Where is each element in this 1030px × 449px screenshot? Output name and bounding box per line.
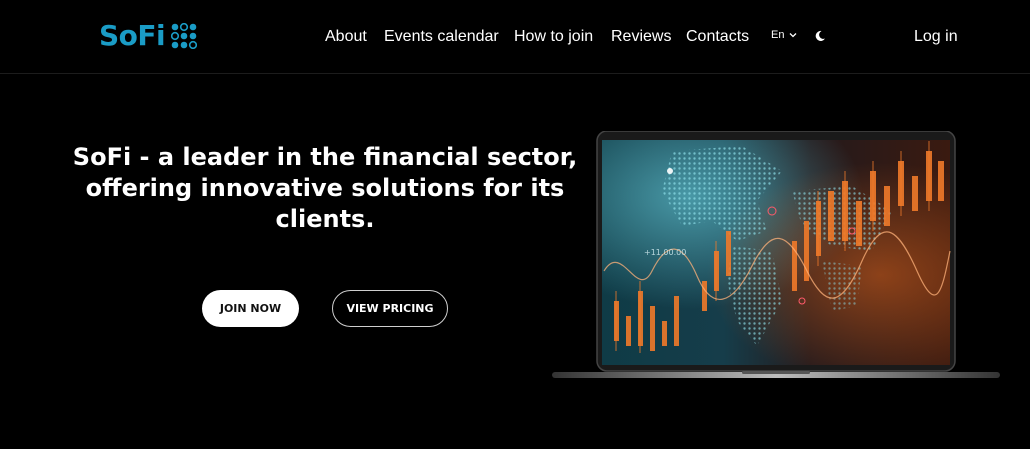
language-label: En (771, 29, 785, 41)
nav-how-to-join[interactable]: How to join (514, 27, 593, 47)
nav-reviews[interactable]: Reviews (611, 27, 671, 47)
screen-overlay-text: +11,00.00 (644, 248, 686, 257)
nav-events-calendar[interactable]: Events calendar (384, 27, 499, 47)
language-selector[interactable]: En (771, 29, 797, 41)
logo[interactable]: SoFi (99, 19, 198, 53)
hero-headline: SoFi - a leader in the financial sector,… (72, 143, 578, 233)
chevron-down-icon (790, 33, 797, 38)
dots-grid-icon (171, 23, 198, 49)
login-link[interactable]: Log in (914, 27, 958, 47)
moon-icon[interactable] (814, 30, 826, 42)
nav-about[interactable]: About (325, 27, 367, 47)
logo-text: SoFi (99, 19, 166, 52)
laptop-image: +11,00.00 (552, 131, 1000, 381)
nav-contacts[interactable]: Contacts (686, 27, 749, 47)
site-header: SoFi About Events calendar How to join R… (0, 0, 1030, 74)
join-now-button[interactable]: JOIN NOW (202, 290, 299, 327)
view-pricing-button[interactable]: VIEW PRICING (332, 290, 448, 327)
